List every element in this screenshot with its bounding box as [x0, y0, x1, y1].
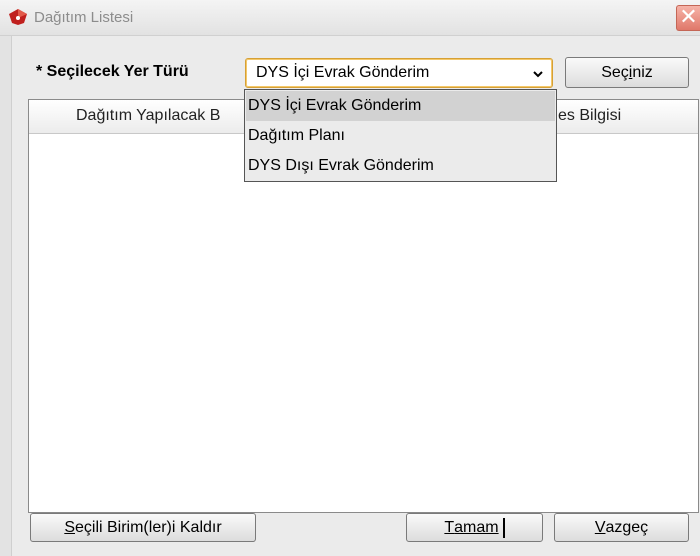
app-logo-icon: [9, 9, 27, 25]
dropdown-option-dys-external[interactable]: DYS Dışı Evrak Gönderim: [246, 151, 555, 181]
location-type-select[interactable]: DYS İçi Evrak Gönderim: [245, 58, 553, 88]
select-button-label-a: Seç: [601, 63, 629, 81]
cancel-button[interactable]: Vazgeç: [554, 513, 689, 542]
dropdown-option-distribution-plan[interactable]: Dağıtım Planı: [246, 121, 555, 151]
column-header-address[interactable]: es Bilgisi: [558, 107, 621, 125]
close-icon: ✕: [679, 5, 698, 30]
select-button-label-b: niz: [632, 63, 653, 81]
remove-button-label: eçili Birim(ler)i Kaldır: [74, 518, 222, 536]
column-header-distribution[interactable]: Dağıtım Yapılacak B: [76, 107, 220, 125]
close-button[interactable]: ✕: [676, 5, 700, 31]
remove-selected-units-button[interactable]: Seçili Birim(ler)i Kaldır: [30, 513, 256, 542]
dropdown-option-dys-internal[interactable]: DYS İçi Evrak Gönderim: [246, 91, 555, 121]
window-edge: [0, 36, 12, 556]
select-button[interactable]: Seç i niz: [565, 57, 689, 88]
cancel-button-mnemonic: V: [594, 518, 606, 536]
window-title: Dağıtım Listesi: [34, 9, 134, 26]
location-type-label: * Seçilecek Yer Türü: [36, 63, 189, 80]
location-type-select-value: DYS İçi Evrak Gönderim: [256, 64, 430, 81]
ok-button-mnemonic: T: [444, 518, 455, 536]
title-bar: Dağıtım Listesi ✕: [0, 0, 700, 36]
ok-button-label: amam: [454, 518, 499, 536]
chevron-down-icon: [533, 71, 543, 78]
focus-caret: [502, 517, 505, 538]
location-type-dropdown-list: DYS İçi Evrak Gönderim Dağıtım Planı DYS…: [244, 89, 557, 182]
remove-button-mnemonic: S: [64, 518, 75, 536]
ok-button[interactable]: Tamam: [406, 513, 543, 542]
cancel-button-label: azgeç: [605, 518, 649, 536]
